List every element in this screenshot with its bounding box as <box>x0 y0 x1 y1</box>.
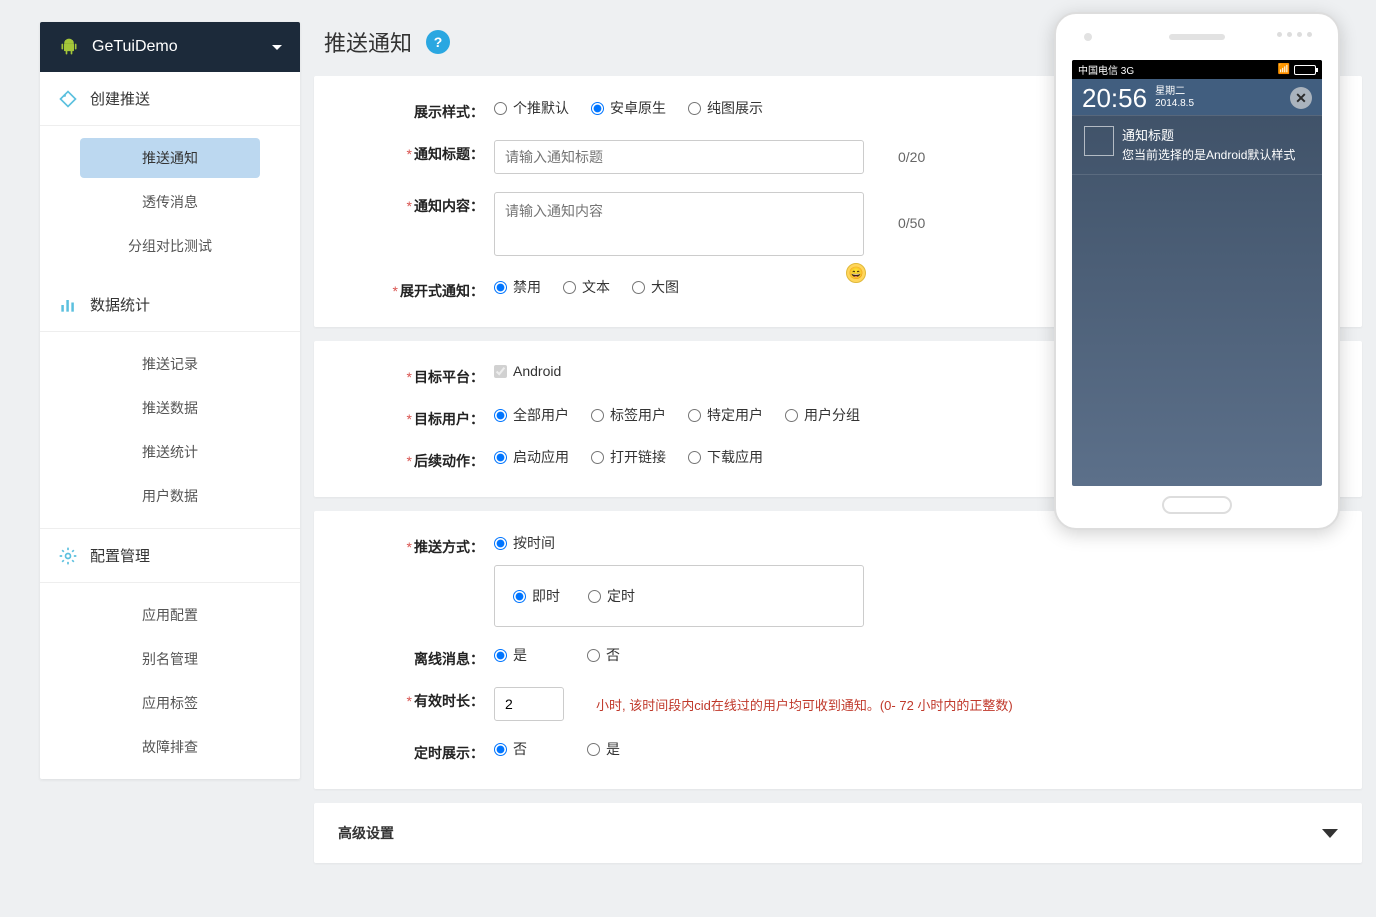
title-counter: 0/20 <box>898 149 925 165</box>
checkbox-android[interactable]: Android <box>494 363 561 379</box>
nav-group-config: 配置管理 应用配置 别名管理 应用标签 故障排查 <box>40 528 300 779</box>
nav-group-header[interactable]: 配置管理 <box>40 529 300 583</box>
radio-timing-now[interactable]: 即时 <box>513 586 560 606</box>
preview-notification: 通知标题 您当前选择的是Android默认样式 <box>1072 115 1322 175</box>
emoji-picker-icon[interactable]: 😄 <box>846 263 866 283</box>
main-content: 推送通知 ? 展示样式： 个推默认 安卓原生 纯图展示 *通知标题： 0/20 <box>300 0 1376 917</box>
tag-icon <box>58 89 78 109</box>
notif-title-input[interactable] <box>494 140 864 174</box>
notif-app-icon <box>1084 126 1114 156</box>
radio-action-download[interactable]: 下载应用 <box>688 447 763 467</box>
nav-item-push-stats[interactable]: 推送统计 <box>80 432 260 472</box>
label-ttl: *有效时长： <box>344 687 494 711</box>
nav-group-header[interactable]: 创建推送 <box>40 72 300 126</box>
nav-item-transmission[interactable]: 透传消息 <box>80 182 260 222</box>
help-icon[interactable]: ? <box>426 30 450 54</box>
radio-display-default[interactable]: 个推默认 <box>494 98 569 118</box>
radio-expand-text[interactable]: 文本 <box>563 277 610 297</box>
radio-offline-yes[interactable]: 是 <box>494 645 527 665</box>
battery-icon <box>1294 65 1316 75</box>
radio-timing-scheduled[interactable]: 定时 <box>588 586 635 606</box>
nav-group-title: 创建推送 <box>90 88 150 109</box>
nav-item-push-data[interactable]: 推送数据 <box>80 388 260 428</box>
nav-group-title: 数据统计 <box>90 294 150 315</box>
label-notif-title: *通知标题： <box>344 140 494 164</box>
notif-content-input[interactable] <box>494 192 864 256</box>
nav-group-header[interactable]: 数据统计 <box>40 278 300 332</box>
label-target-user: *目标用户： <box>344 405 494 429</box>
phone-date: 2014.8.5 <box>1155 98 1282 110</box>
label-after-action: *后续动作： <box>344 447 494 471</box>
advanced-settings-toggle[interactable]: 高级设置 <box>314 803 1362 863</box>
radio-sched-yes[interactable]: 是 <box>587 739 620 759</box>
label-display-style: 展示样式： <box>344 98 494 122</box>
sidebar: GeTuiDemo 创建推送 推送通知 透传消息 分组对比测试 <box>40 0 300 917</box>
ttl-hint: 小时, 该时间段内cid在线过的用户均可收到通知。(0- 72 小时内的正整数) <box>596 695 1013 714</box>
chevron-down-icon <box>272 45 282 50</box>
radio-mode-bytime[interactable]: 按时间 <box>494 533 555 553</box>
carrier-label: 中国电信 3G <box>1078 62 1134 77</box>
ttl-input[interactable] <box>494 687 564 721</box>
label-push-mode: *推送方式： <box>344 533 494 557</box>
radio-sched-no[interactable]: 否 <box>494 739 527 759</box>
content-counter: 0/50 <box>898 215 925 231</box>
phone-status-bar: 中国电信 3G 📶 <box>1072 60 1322 79</box>
gear-icon <box>58 546 78 566</box>
bar-chart-icon <box>58 295 78 315</box>
chevron-down-icon <box>1322 829 1338 838</box>
signal-icon: 📶 <box>1278 64 1290 75</box>
nav-item-user-data[interactable]: 用户数据 <box>80 476 260 516</box>
phone-speaker-icon <box>1169 34 1225 40</box>
radio-user-tag[interactable]: 标签用户 <box>591 405 666 425</box>
preview-body: 您当前选择的是Android默认样式 <box>1122 146 1295 164</box>
radio-expand-image[interactable]: 大图 <box>632 277 679 297</box>
radio-user-specific[interactable]: 特定用户 <box>688 405 763 425</box>
radio-expand-disable[interactable]: 禁用 <box>494 277 541 297</box>
phone-weekday: 星期二 <box>1155 86 1282 98</box>
workspace-switcher[interactable]: GeTuiDemo <box>40 22 300 72</box>
panel-schedule: *推送方式： 按时间 即时 定时 离线消息： 是 否 <box>314 511 1362 789</box>
radio-display-android[interactable]: 安卓原生 <box>591 98 666 118</box>
phone-time: 20:56 <box>1082 85 1147 111</box>
nav-group-create: 创建推送 推送通知 透传消息 分组对比测试 <box>40 72 300 278</box>
advanced-label: 高级设置 <box>338 823 394 843</box>
radio-offline-no[interactable]: 否 <box>587 645 620 665</box>
nav-item-app-config[interactable]: 应用配置 <box>80 595 260 635</box>
label-platform: *目标平台： <box>344 363 494 387</box>
timing-box: 即时 定时 <box>494 565 864 627</box>
label-notif-content: *通知内容： <box>344 192 494 216</box>
label-scheduled-show: 定时展示： <box>344 739 494 763</box>
phone-sensor-icon <box>1277 32 1312 37</box>
preview-title: 通知标题 <box>1122 126 1295 146</box>
workspace-name: GeTuiDemo <box>92 38 260 56</box>
label-offline: 离线消息： <box>344 645 494 669</box>
close-icon[interactable]: ✕ <box>1290 87 1312 109</box>
nav-item-app-tags[interactable]: 应用标签 <box>80 683 260 723</box>
nav-item-alias[interactable]: 别名管理 <box>80 639 260 679</box>
radio-user-group[interactable]: 用户分组 <box>785 405 860 425</box>
page-title: 推送通知 <box>324 26 412 58</box>
android-icon <box>58 36 80 58</box>
phone-camera-icon <box>1084 33 1092 41</box>
radio-display-image[interactable]: 纯图展示 <box>688 98 763 118</box>
radio-user-all[interactable]: 全部用户 <box>494 405 569 425</box>
nav-group-stats: 数据统计 推送记录 推送数据 推送统计 用户数据 <box>40 278 300 528</box>
radio-action-link[interactable]: 打开链接 <box>591 447 666 467</box>
nav-item-ab-test[interactable]: 分组对比测试 <box>80 226 260 266</box>
nav-item-troubleshoot[interactable]: 故障排查 <box>80 727 260 767</box>
phone-home-button <box>1162 496 1232 514</box>
radio-action-launch[interactable]: 启动应用 <box>494 447 569 467</box>
label-expandable: *展开式通知： <box>344 277 494 301</box>
nav-item-push-log[interactable]: 推送记录 <box>80 344 260 384</box>
phone-preview: 中国电信 3G 📶 20:56 星期二 2014.8.5 ✕ <box>1054 12 1340 530</box>
nav-item-push-notification[interactable]: 推送通知 <box>80 138 260 178</box>
nav-group-title: 配置管理 <box>90 545 150 566</box>
